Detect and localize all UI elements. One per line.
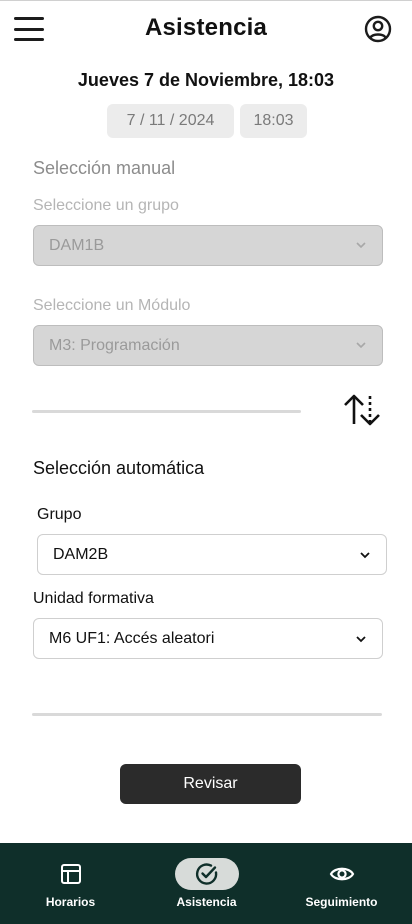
swap-vert-icon[interactable] — [342, 392, 382, 428]
nav-item-label: Seguimiento — [305, 895, 378, 909]
group-select-manual[interactable]: DAM1B — [33, 225, 383, 266]
section-divider — [32, 410, 301, 413]
group-select-manual-value: DAM1B — [49, 236, 105, 254]
nav-item-asistencia[interactable]: Asistencia — [138, 843, 275, 924]
chevron-down-icon — [356, 636, 366, 643]
module-label-manual: Seleccione un Módulo — [33, 297, 191, 314]
nav-item-label: Asistencia — [176, 895, 237, 909]
chevron-down-icon — [356, 242, 366, 249]
nav-item-seguimiento[interactable]: Seguimiento — [273, 843, 410, 924]
eye-icon — [329, 867, 354, 881]
module-select-manual-value: M3: Programación — [49, 336, 180, 354]
group-label: Grupo — [37, 506, 82, 523]
chevron-down-icon — [360, 552, 370, 559]
group-select-value: DAM2B — [53, 545, 109, 563]
page-title: Asistencia — [144, 14, 268, 41]
unit-select[interactable]: M6 UF1: Accés aleatori — [33, 618, 383, 659]
nav-item-label: Horarios — [45, 895, 96, 909]
bottom-navigation: Horarios Asistencia Seguimiento — [0, 843, 412, 924]
review-button[interactable]: Revisar — [120, 764, 301, 804]
nav-item-asistencia-pill — [174, 858, 239, 890]
nav-item-horarios[interactable]: Horarios — [2, 843, 139, 924]
nav-item-seguimiento-pill — [310, 858, 374, 890]
account-circle-icon[interactable] — [364, 15, 392, 43]
chevron-down-icon — [356, 342, 366, 349]
manual-selection-title: Selección manual — [33, 158, 176, 178]
unit-select-value: M6 UF1: Accés aleatori — [49, 629, 215, 647]
group-label-manual: Seleccione un grupo — [33, 197, 179, 214]
calendar-grid-icon — [60, 864, 81, 884]
group-select[interactable]: DAM2B — [37, 534, 387, 575]
nav-item-horarios-pill — [39, 858, 103, 890]
top-app-bar: Asistencia — [0, 0, 412, 58]
unit-label: Unidad formativa — [33, 590, 154, 607]
section-divider — [32, 713, 382, 716]
automatic-selection-title: Selección automática — [33, 458, 205, 478]
time-picker[interactable]: 18:03 — [240, 104, 307, 138]
datetime-heading: Jueves 7 de Noviembre, 18:03 — [77, 70, 335, 90]
date-picker[interactable]: 7 / 11 / 2024 — [107, 104, 234, 138]
check-circle-icon — [195, 863, 217, 885]
module-select-manual[interactable]: M3: Programación — [33, 325, 383, 366]
